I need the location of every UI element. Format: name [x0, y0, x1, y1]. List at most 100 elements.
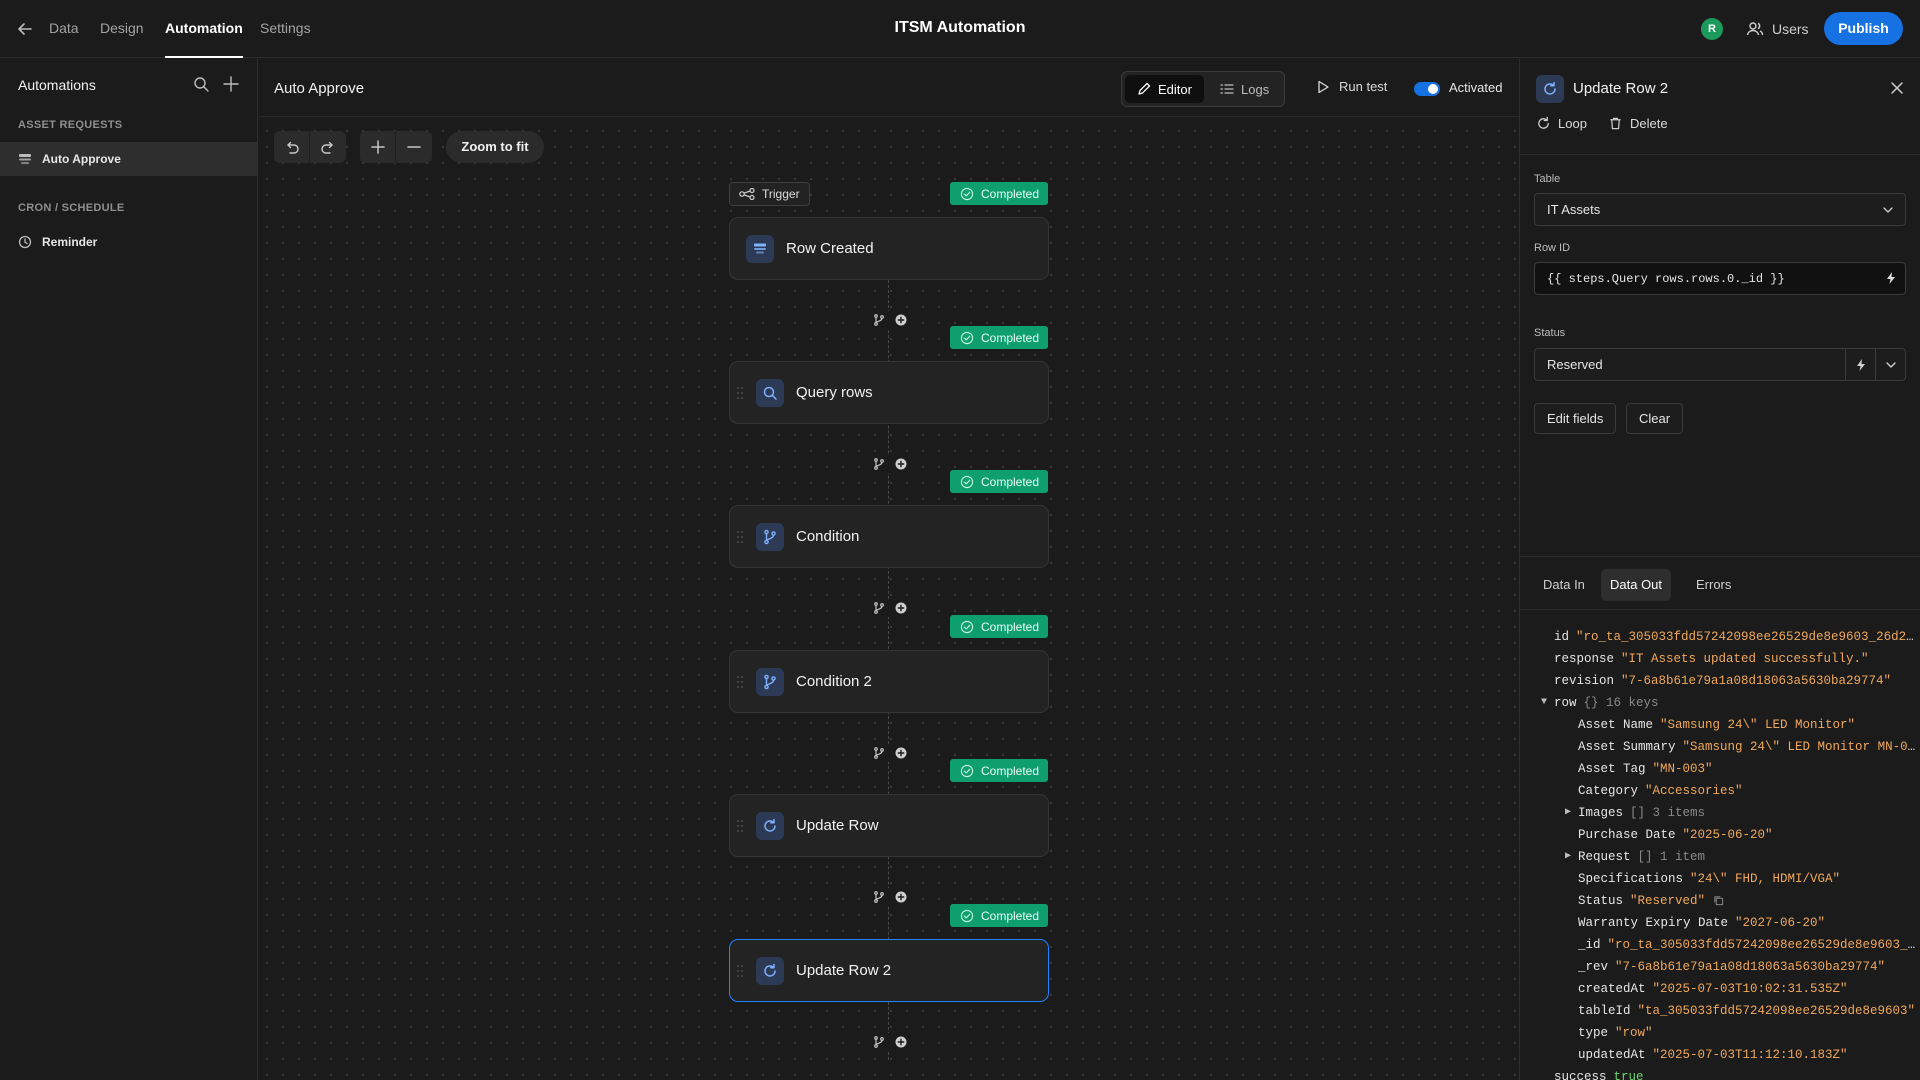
flow-step-node[interactable]: Condition: [729, 505, 1049, 568]
play-icon: [1316, 80, 1330, 94]
caret-down-icon[interactable]: ▼: [1541, 693, 1547, 713]
json-row: Status "Reserved": [1578, 891, 1916, 911]
flow-step-node[interactable]: Update Row: [729, 794, 1049, 857]
delete-label: Delete: [1630, 116, 1668, 131]
status-badge: Completed: [950, 904, 1048, 927]
json-value: "2025-07-03T10:02:31.535Z": [1652, 982, 1848, 996]
json-value: "7-6a8b61e79a1a08d18063a5630ba29774": [1615, 960, 1886, 974]
edit-fields-button[interactable]: Edit fields: [1534, 403, 1617, 434]
json-row: id "ro_ta_305033fdd57242098ee26529de8e960…: [1554, 627, 1916, 647]
flow-step-node[interactable]: Condition 2: [729, 650, 1049, 713]
close-icon[interactable]: [1888, 79, 1906, 97]
zoom-out-icon[interactable]: [396, 131, 432, 163]
bolt-icon[interactable]: [1845, 349, 1875, 380]
trigger-tag: Trigger: [729, 182, 810, 206]
zoom-in-icon[interactable]: [360, 131, 396, 163]
caret-right-icon[interactable]: ▶: [1565, 847, 1571, 867]
delete-button[interactable]: Delete: [1608, 116, 1668, 131]
status-input[interactable]: Reserved: [1534, 348, 1906, 381]
publish-button[interactable]: Publish: [1824, 12, 1903, 45]
nav-tab-data[interactable]: Data: [49, 0, 79, 58]
activated-toggle[interactable]: [1414, 82, 1440, 96]
add-automation-icon[interactable]: [222, 75, 240, 93]
json-row[interactable]: row {} 16 keys: [1554, 693, 1916, 713]
search-icon[interactable]: [192, 75, 210, 93]
editor-label: Editor: [1158, 81, 1192, 97]
workflow-canvas[interactable]: Auto Approve Editor Logs Run test Activa…: [259, 59, 1519, 1080]
check-circle-icon: [960, 620, 974, 634]
json-key: createdAt: [1578, 982, 1646, 996]
flow-step-node[interactable]: Query rows: [729, 361, 1049, 424]
json-key: _rev: [1578, 960, 1609, 974]
run-test-button[interactable]: Run test: [1316, 79, 1387, 94]
tab-data-out[interactable]: Data Out: [1601, 569, 1672, 601]
drag-handle-icon[interactable]: [736, 386, 746, 400]
panel-divider: [1520, 556, 1920, 557]
editor-tab[interactable]: Editor: [1125, 75, 1204, 103]
add-step-icon[interactable]: [895, 602, 907, 614]
sidebar-item-reminder[interactable]: Reminder: [0, 225, 257, 259]
add-branch-icon[interactable]: [873, 458, 885, 470]
zoom-to-fit-button[interactable]: Zoom to fit: [446, 131, 544, 163]
flow-step-node[interactable]: Row Created: [729, 217, 1049, 280]
add-branch-icon[interactable]: [873, 314, 885, 326]
bolt-icon[interactable]: [1884, 271, 1898, 285]
undo-icon[interactable]: [274, 131, 310, 163]
add-step-icon[interactable]: [895, 891, 907, 903]
json-row: response "IT Assets updated successfully.…: [1554, 649, 1916, 669]
section-label-cron-schedule: CRON / SCHEDULE: [18, 202, 125, 214]
sidebar-title: Automations: [18, 77, 96, 93]
back-arrow-icon[interactable]: [14, 18, 36, 40]
automation-title: Auto Approve: [274, 80, 365, 97]
add-branch-icon[interactable]: [873, 602, 885, 614]
flow-step-label: Condition 2: [796, 673, 872, 690]
json-row: revision "7-6a8b61e79a1a08d18063a5630ba29…: [1554, 671, 1916, 691]
drag-handle-icon[interactable]: [736, 530, 746, 544]
add-branch-icon[interactable]: [873, 1036, 885, 1048]
nav-tab-settings[interactable]: Settings: [260, 0, 311, 58]
json-value: "ro_ta_305033fdd57242098ee26529de8e9603_…: [1607, 938, 1916, 952]
json-row[interactable]: Request [] 1 item: [1578, 847, 1916, 867]
json-value: "24\" FHD, HDMI/VGA": [1690, 872, 1841, 886]
check-circle-icon: [960, 475, 974, 489]
add-step-icon[interactable]: [895, 458, 907, 470]
branch-icon: [756, 667, 784, 696]
drag-handle-icon[interactable]: [736, 675, 746, 689]
copy-icon[interactable]: [1713, 895, 1724, 906]
clear-button[interactable]: Clear: [1626, 403, 1684, 434]
drag-handle-icon[interactable]: [736, 819, 746, 833]
flow-step-node[interactable]: Update Row 2: [729, 939, 1049, 1002]
users-icon: [1746, 20, 1764, 38]
tab-data-in[interactable]: Data In: [1534, 569, 1594, 601]
json-value: "Reserved": [1630, 894, 1706, 908]
add-branch-icon[interactable]: [873, 747, 885, 759]
chevron-down-icon[interactable]: [1875, 349, 1905, 380]
avatar[interactable]: R: [1701, 18, 1723, 40]
row-id-input[interactable]: {{ steps.Query rows.rows.0._id }}: [1534, 262, 1906, 295]
tab-errors[interactable]: Errors: [1687, 569, 1740, 601]
sidebar-item-auto-approve[interactable]: Auto Approve: [0, 142, 257, 176]
add-step-icon[interactable]: [895, 314, 907, 326]
nav-tab-automation[interactable]: Automation: [165, 0, 243, 58]
row-id-value: {{ steps.Query rows.rows.0._id }}: [1547, 271, 1785, 286]
loop-button[interactable]: Loop: [1536, 116, 1587, 131]
redo-icon[interactable]: [310, 131, 346, 163]
json-key: Warranty Expiry Date: [1578, 916, 1729, 930]
caret-right-icon[interactable]: ▶: [1565, 803, 1571, 823]
add-step-icon[interactable]: [895, 1036, 907, 1048]
add-step-icon[interactable]: [895, 747, 907, 759]
panel-title: Update Row 2: [1573, 80, 1669, 97]
logs-tab[interactable]: Logs: [1208, 75, 1281, 103]
users-button[interactable]: Users: [1746, 16, 1809, 42]
drag-handle-icon[interactable]: [736, 964, 746, 978]
table-select[interactable]: IT Assets: [1534, 193, 1906, 226]
nav-tab-design[interactable]: Design: [100, 0, 144, 58]
panel-divider: [1520, 154, 1920, 155]
json-row[interactable]: Images [] 3 items: [1578, 803, 1916, 823]
json-value: "7-6a8b61e79a1a08d18063a5630ba29774": [1621, 674, 1892, 688]
json-key: Asset Name: [1578, 718, 1654, 732]
status-badge: Completed: [950, 326, 1048, 349]
add-branch-icon[interactable]: [873, 891, 885, 903]
flow-connector-line: [888, 230, 889, 1060]
json-row: updatedAt "2025-07-03T11:12:10.183Z": [1578, 1045, 1916, 1065]
